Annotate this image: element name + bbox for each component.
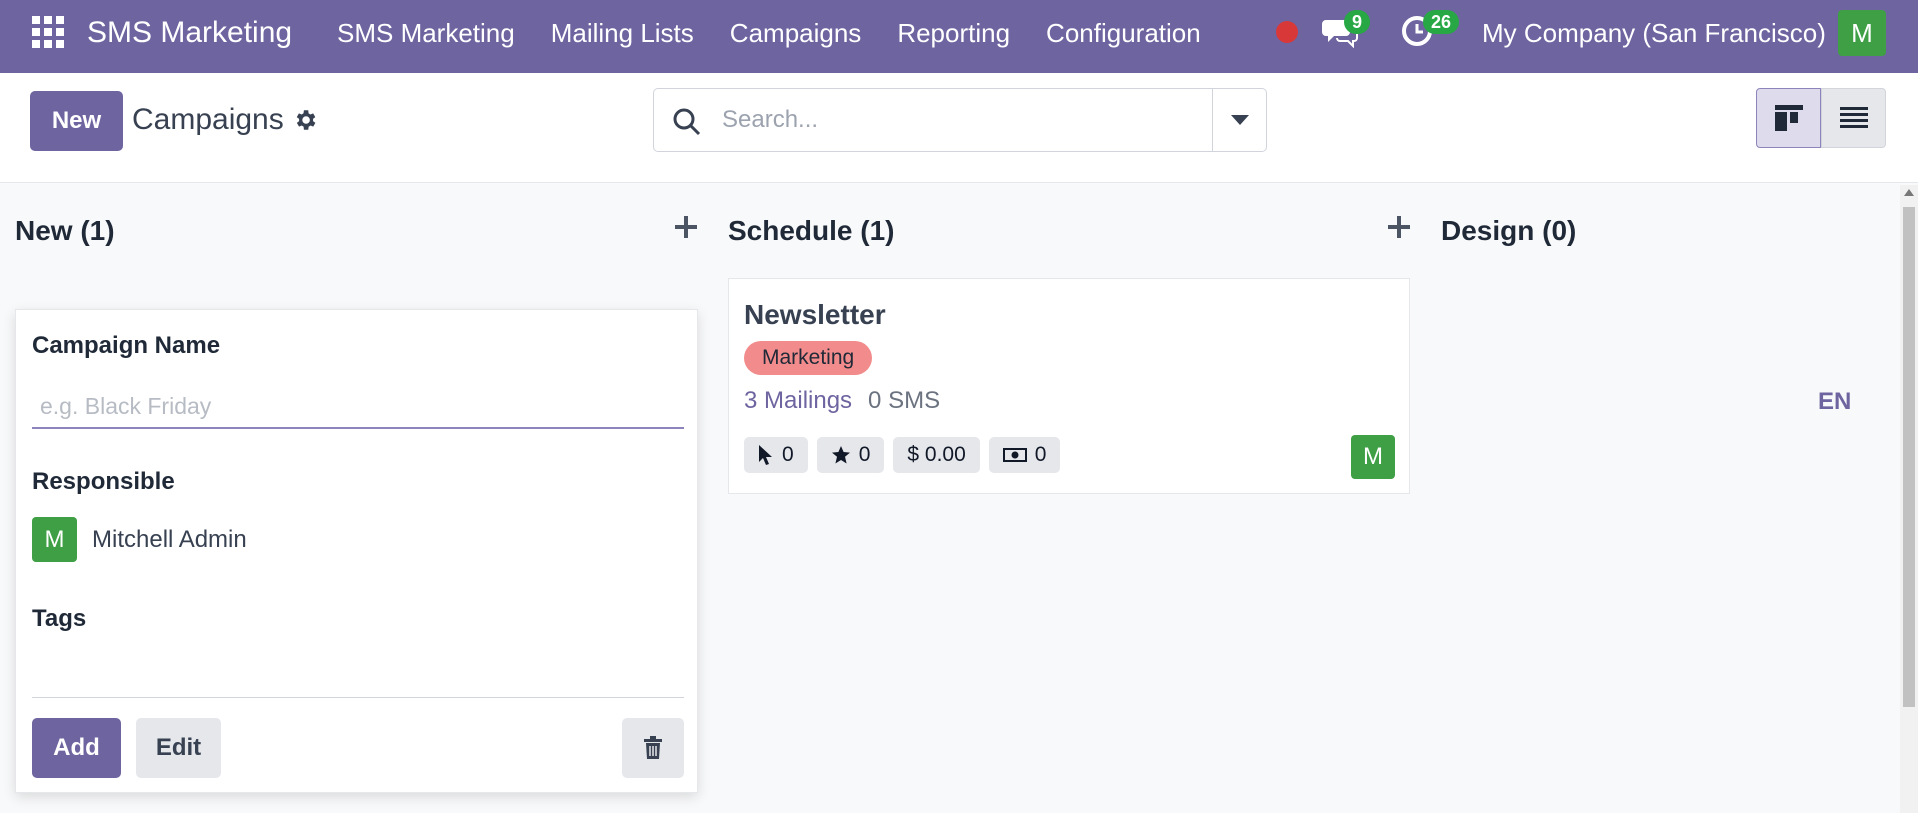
kanban-icon <box>1774 105 1803 131</box>
cost-value: 0 <box>1034 443 1047 466</box>
menu-item-campaigns[interactable]: Campaigns <box>730 18 862 49</box>
avatar: M <box>32 517 77 562</box>
discard-button[interactable] <box>622 718 684 778</box>
search-icon <box>673 108 701 136</box>
company-switcher[interactable]: My Company (San Francisco) <box>1482 18 1826 49</box>
user-avatar[interactable]: M <box>1838 10 1886 56</box>
clicks-value: 0 <box>782 443 794 466</box>
mailings-link[interactable]: 3 Mailings <box>744 387 852 415</box>
plus-icon[interactable] <box>1385 213 1413 241</box>
campaign-card[interactable]: Newsletter Marketing 3 Mailings 0 SMS 0 … <box>728 278 1410 494</box>
sms-count: 0 SMS <box>868 387 941 414</box>
control-panel: New Campaigns <box>0 73 1918 183</box>
chevron-down-icon <box>1230 115 1249 125</box>
menu-item-sms-marketing[interactable]: SMS Marketing <box>337 18 515 49</box>
new-button[interactable]: New <box>30 91 123 151</box>
quick-create-form: Campaign Name Responsible M Mitchell Adm… <box>15 309 698 793</box>
scrollbar-thumb[interactable] <box>1903 207 1915 707</box>
plus-icon[interactable] <box>672 213 700 241</box>
column-header-design: Design (0) <box>1441 215 1577 246</box>
revenue-chip[interactable]: $ 0.00 <box>893 437 980 473</box>
favorites-value: 0 <box>858 443 871 466</box>
cost-chip[interactable]: 0 <box>988 437 1061 473</box>
language-indicator[interactable]: EN <box>1818 388 1851 416</box>
responsible-field[interactable]: Mitchell Admin <box>92 526 247 554</box>
column-header-schedule: Schedule (1) <box>728 215 895 246</box>
messages-count-badge: 9 <box>1344 10 1371 34</box>
edit-button[interactable]: Edit <box>136 718 221 778</box>
activities-count-badge: 26 <box>1423 10 1460 34</box>
menu-item-mailing-lists[interactable]: Mailing Lists <box>551 18 694 49</box>
breadcrumb: Campaigns <box>132 103 318 137</box>
revenue-value: $ 0.00 <box>907 443 966 466</box>
avatar[interactable]: M <box>1351 435 1395 479</box>
tag-badge: Marketing <box>744 341 873 375</box>
kanban-view-button[interactable] <box>1756 88 1821 148</box>
menu-item-configuration[interactable]: Configuration <box>1046 18 1201 49</box>
campaign-name-label: Campaign Name <box>32 332 221 359</box>
trash-icon <box>644 736 662 759</box>
clicks-chip[interactable]: 0 <box>744 437 808 473</box>
top-navbar: SMS Marketing SMS Marketing Mailing List… <box>0 0 1918 73</box>
campaign-name-input[interactable] <box>32 385 684 429</box>
tags-input[interactable] <box>32 697 684 698</box>
cursor-icon <box>759 445 772 465</box>
gear-icon[interactable] <box>292 107 318 133</box>
responsible-label: Responsible <box>32 468 175 495</box>
view-switcher <box>1756 88 1886 148</box>
page-title: Campaigns <box>132 103 284 136</box>
list-view-button[interactable] <box>1821 88 1886 148</box>
favorites-chip[interactable]: 0 <box>816 437 885 473</box>
search-bar <box>653 88 1267 152</box>
column-header-new: New (1) <box>15 215 115 246</box>
list-icon <box>1839 107 1868 128</box>
main-menu: SMS Marketing Mailing Lists Campaigns Re… <box>337 18 1237 49</box>
menu-item-reporting[interactable]: Reporting <box>897 18 1010 49</box>
campaign-stats: 3 Mailings 0 SMS <box>744 387 940 415</box>
scrollbar[interactable] <box>1900 185 1918 813</box>
campaign-title: Newsletter <box>744 299 886 330</box>
campaign-metrics: 0 0 $ 0.00 0 <box>744 437 1061 473</box>
scroll-up-icon[interactable] <box>1904 189 1914 196</box>
record-indicator-icon[interactable] <box>1276 21 1298 43</box>
add-button[interactable]: Add <box>32 718 121 778</box>
search-input[interactable] <box>722 101 1202 139</box>
money-icon <box>1002 448 1027 462</box>
star-icon <box>831 446 850 464</box>
search-options-toggle[interactable] <box>1212 89 1266 151</box>
tags-label: Tags <box>32 605 87 632</box>
apps-menu-icon[interactable] <box>32 16 64 48</box>
app-brand[interactable]: SMS Marketing <box>87 16 292 50</box>
